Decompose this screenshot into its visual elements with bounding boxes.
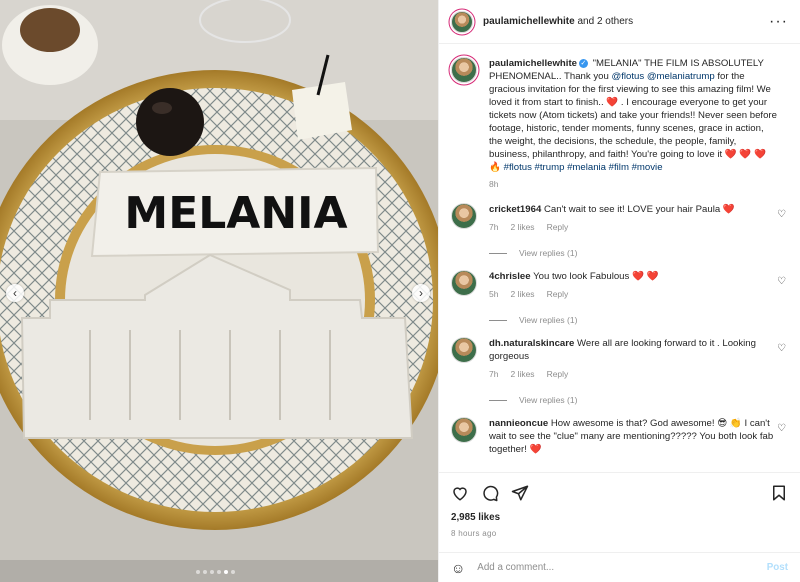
caption-username[interactable]: paulamichellewhite (489, 58, 577, 69)
post-actions (439, 472, 800, 512)
comment-body: cricket1964 Can't wait to see it! LOVE y… (489, 203, 774, 234)
instagram-post-view: MELANIA ‹ › paulamichellewhite and 2 oth… (0, 0, 800, 582)
chevron-right-icon: › (419, 286, 423, 300)
view-replies-label: View replies (1) (519, 395, 578, 405)
carousel-dot (196, 570, 200, 574)
comment-avatar[interactable] (451, 270, 477, 296)
next-image-button[interactable]: › (412, 284, 430, 302)
view-replies-label: View replies (1) (519, 248, 578, 258)
carousel-indicator (196, 570, 235, 574)
heart-icon[interactable]: ♡ (777, 209, 786, 220)
comment-row: cricket1964 Can't wait to see it! LOVE y… (451, 203, 788, 234)
comment-row: dh.naturalskincare Were all are looking … (451, 337, 788, 381)
replies-divider (489, 319, 507, 321)
post-photo: MELANIA (0, 0, 438, 582)
add-comment-bar: ☺ Post (439, 552, 800, 582)
caption-link[interactable]: @melaniatrump (647, 71, 715, 82)
carousel-dot (210, 570, 214, 574)
caption-time: 8h (489, 179, 499, 189)
carousel-dot (231, 570, 235, 574)
heart-icon[interactable]: ♡ (777, 343, 786, 354)
post-caption: paulamichellewhite ✓ "MELANIA" THE FILM I… (451, 45, 788, 191)
comment-body: nannieoncue How awesome is that? God awe… (489, 417, 774, 456)
carousel-dot (203, 570, 207, 574)
post-button[interactable]: Post (767, 562, 788, 573)
comment-body: dh.naturalskincare Were all are looking … (489, 337, 774, 381)
caption-text: "MELANIA" THE FILM IS ABSOLUTELY PHENOME… (489, 58, 777, 173)
comment-meta: 7h 2 likes Reply (489, 221, 774, 234)
replies-divider (489, 252, 507, 254)
caption-link[interactable]: @flotus (611, 71, 644, 82)
post-header: paulamichellewhite and 2 others ··· (439, 0, 800, 44)
author-avatar[interactable] (451, 10, 473, 33)
comment-username[interactable]: cricket1964 (489, 204, 541, 215)
carousel-dot (217, 570, 221, 574)
comment-likes[interactable]: 2 likes (510, 368, 534, 381)
comment-time[interactable]: 5h (489, 288, 498, 301)
comment-text: You two look Fabulous ❤️ ❤️ (533, 271, 659, 282)
comments-scroll-area[interactable]: paulamichellewhite ✓ "MELANIA" THE FILM I… (439, 45, 800, 471)
comment-avatar[interactable] (451, 203, 477, 229)
post-media: MELANIA ‹ › (0, 0, 438, 582)
comment-input[interactable] (477, 562, 767, 573)
caption-link[interactable]: #flotus #trump #melania #film #movie (504, 162, 663, 173)
post-time-ago[interactable]: 8 hours ago (451, 529, 497, 538)
comment-body: 4chrislee You two look Fabulous ❤️ ❤️ 5h 2… (489, 270, 774, 301)
comment-time[interactable]: 7h (489, 368, 498, 381)
view-replies-button[interactable]: View replies (1) (489, 395, 788, 405)
comment-row: nannieoncue How awesome is that? God awe… (451, 417, 788, 456)
comment-username[interactable]: dh.naturalskincare (489, 338, 574, 349)
heart-icon[interactable]: ♡ (777, 276, 786, 287)
view-replies-button[interactable]: View replies (1) (489, 315, 788, 325)
share-icon[interactable] (511, 484, 529, 502)
heart-icon[interactable]: ♡ (777, 423, 786, 434)
comment-row: 4chrislee You two look Fabulous ❤️ ❤️ 5h 2… (451, 270, 788, 301)
chevron-left-icon: ‹ (13, 286, 17, 300)
comment-meta: 5h 2 likes Reply (489, 288, 774, 301)
cookie-text: MELANIA (124, 188, 347, 239)
verified-badge-icon: ✓ (578, 58, 588, 68)
caption-emoji: ❤️ (606, 97, 619, 108)
post-details-panel: paulamichellewhite and 2 others ··· paul… (438, 0, 800, 582)
header-names: paulamichellewhite and 2 others (483, 16, 633, 27)
comment-likes[interactable]: 2 likes (510, 288, 534, 301)
comments-list: cricket1964 Can't wait to see it! LOVE y… (451, 203, 788, 456)
comment-text: Can't wait to see it! LOVE your hair Pau… (543, 204, 735, 215)
view-replies-label: View replies (1) (519, 315, 578, 325)
more-horizontal-icon[interactable]: ··· (769, 13, 788, 31)
caption-avatar[interactable] (451, 57, 477, 83)
comment-username[interactable]: 4chrislee (489, 271, 531, 282)
previous-image-button[interactable]: ‹ (6, 284, 24, 302)
emoji-icon[interactable]: ☺ (451, 560, 465, 576)
comment-likes[interactable]: 2 likes (510, 221, 534, 234)
replies-divider (489, 399, 507, 401)
comment-icon[interactable] (481, 484, 499, 502)
reply-button[interactable]: Reply (547, 288, 569, 301)
view-replies-button[interactable]: View replies (1) (489, 248, 788, 258)
comment-meta: 7h 2 likes Reply (489, 368, 774, 381)
likes-count[interactable]: 2,985 likes (451, 512, 500, 523)
comment-time[interactable]: 7h (489, 221, 498, 234)
header-others[interactable]: and 2 others (577, 16, 633, 27)
heart-icon[interactable] (451, 484, 469, 502)
caption-body: paulamichellewhite ✓ "MELANIA" THE FILM I… (489, 57, 779, 191)
carousel-dot (224, 570, 228, 574)
comment-avatar[interactable] (451, 337, 477, 363)
header-username[interactable]: paulamichellewhite (483, 16, 575, 27)
comment-avatar[interactable] (451, 417, 477, 443)
reply-button[interactable]: Reply (547, 368, 569, 381)
bookmark-icon[interactable] (770, 484, 788, 502)
reply-button[interactable]: Reply (547, 221, 569, 234)
comment-username[interactable]: nannieoncue (489, 418, 548, 429)
